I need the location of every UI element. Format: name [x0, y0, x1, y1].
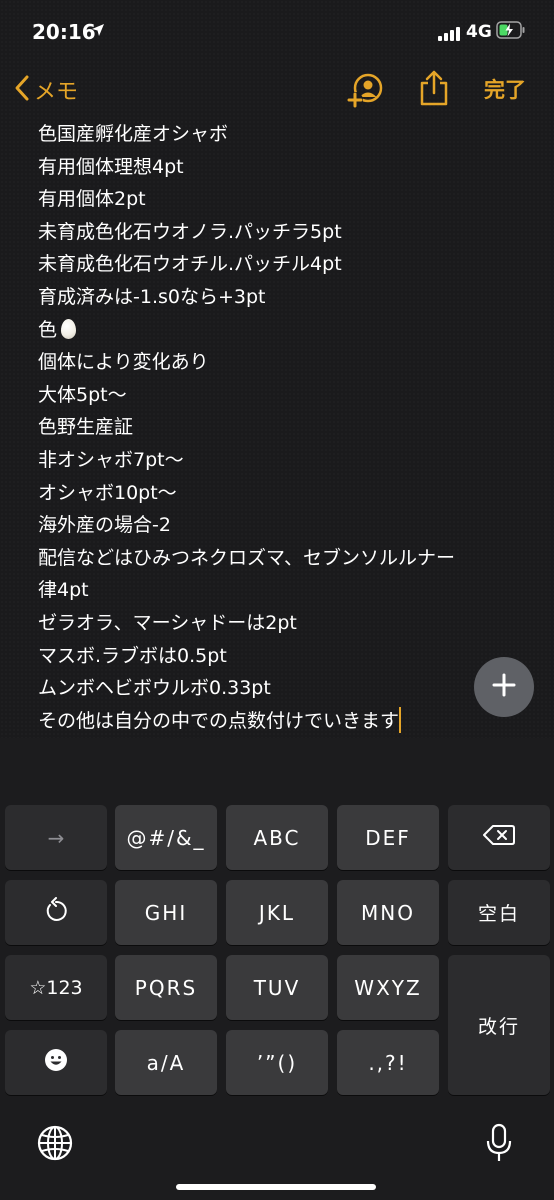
- note-line: 色国産孵化産オシャボ: [38, 123, 229, 145]
- key-pqrs[interactable]: PQRS: [115, 955, 217, 1020]
- note-line: 律4pt: [38, 579, 89, 602]
- key-wxyz[interactable]: WXYZ: [337, 955, 439, 1020]
- note-body[interactable]: 色国産孵化産オシャボ 有用個体理想4pt 有用個体2pt 未育成色化石ウオノラ.…: [38, 118, 518, 737]
- note-line: ムンボヘビボウルボ0.33pt: [38, 677, 271, 700]
- microphone-icon[interactable]: [484, 1122, 514, 1168]
- note-line: 育成済みは-1.s0なら+3pt: [38, 285, 266, 308]
- key-punctuation[interactable]: .,?!: [337, 1030, 439, 1095]
- home-indicator: [176, 1184, 376, 1190]
- note-line: オシャボ10pt〜: [38, 481, 177, 504]
- globe-icon[interactable]: [36, 1124, 74, 1166]
- key-space[interactable]: 空白: [448, 880, 550, 945]
- note-line-text: 色: [38, 318, 58, 341]
- note-line: 配信などはひみつネクロズマ、セブンソルルナー: [38, 546, 456, 569]
- key-symbols-label: @#/&_: [126, 825, 206, 850]
- key-numbers-label: ☆123: [29, 976, 83, 999]
- network-type: 4G: [466, 22, 492, 42]
- note-line: 未育成色化石ウオノラ.パッチラ5pt: [38, 220, 342, 243]
- key-mno-label: MNO: [361, 900, 415, 925]
- key-def-label: DEF: [365, 825, 411, 850]
- plus-icon: [491, 672, 517, 702]
- key-return[interactable]: 改行: [448, 955, 550, 1095]
- key-numbers[interactable]: ☆123: [5, 955, 107, 1020]
- note-line: 有用個体2pt: [38, 188, 146, 211]
- note-line: 未育成色化石ウオチル.パッチル4pt: [38, 253, 342, 276]
- key-pqrs-label: PQRS: [134, 975, 198, 1000]
- key-case[interactable]: a/A: [115, 1030, 217, 1095]
- key-space-label: 空白: [477, 903, 520, 925]
- backspace-icon: [483, 824, 515, 851]
- done-button[interactable]: 完了: [484, 74, 526, 104]
- key-punctuation-label: .,?!: [368, 1050, 408, 1075]
- key-emoji[interactable]: [5, 1030, 107, 1095]
- note-line: その他は自分の中での点数付けでいきます: [38, 705, 518, 738]
- key-mno[interactable]: MNO: [337, 880, 439, 945]
- undo-icon: [44, 897, 68, 928]
- key-symbols[interactable]: @#/&_: [115, 805, 217, 870]
- note-line: ゼラオラ、マーシャドーは2pt: [38, 611, 297, 634]
- key-tuv-label: TUV: [253, 975, 301, 1000]
- key-arrow-label: →: [47, 825, 65, 850]
- chevron-left-icon: [14, 74, 30, 106]
- key-jkl[interactable]: JKL: [226, 880, 328, 945]
- key-abc[interactable]: ABC: [226, 805, 328, 870]
- status-time: 20:16: [32, 20, 96, 44]
- status-bar: 20:16 4G: [0, 0, 554, 60]
- location-arrow-icon: [91, 22, 105, 41]
- key-ghi-label: GHI: [144, 900, 188, 925]
- nav-bar: メモ 完了: [0, 62, 554, 116]
- add-person-icon[interactable]: [344, 70, 384, 114]
- key-return-label: 改行: [477, 1015, 520, 1038]
- signal-icon: [438, 26, 462, 45]
- text-caret: [399, 706, 402, 733]
- key-ghi[interactable]: GHI: [115, 880, 217, 945]
- key-jkl-label: JKL: [258, 900, 296, 925]
- add-button[interactable]: [474, 657, 534, 717]
- note-line: マスボ.ラブボは0.5pt: [38, 644, 227, 667]
- key-undo[interactable]: [5, 880, 107, 945]
- note-line: 色: [38, 314, 518, 347]
- key-backspace[interactable]: [448, 805, 550, 870]
- note-line: 海外産の場合-2: [38, 514, 171, 537]
- note-line: 非オシャボ7pt〜: [38, 448, 184, 471]
- key-abc-label: ABC: [253, 825, 301, 850]
- egg-emoji-icon: [61, 318, 77, 339]
- note-line: 有用個体理想4pt: [38, 155, 184, 178]
- share-icon[interactable]: [418, 68, 450, 112]
- key-wxyz-label: WXYZ: [354, 975, 422, 1000]
- key-tuv[interactable]: TUV: [226, 955, 328, 1020]
- note-line: 色野生産証: [38, 416, 134, 439]
- note-line: 大体5pt〜: [38, 383, 127, 406]
- note-line: 個体により変化あり: [38, 351, 209, 374]
- back-button[interactable]: メモ: [14, 74, 78, 106]
- battery-charging-icon: [496, 21, 526, 43]
- key-quotes-label: ’”(): [256, 1050, 298, 1075]
- emoji-icon: [44, 1048, 68, 1077]
- key-def[interactable]: DEF: [337, 805, 439, 870]
- key-quotes[interactable]: ’”(): [226, 1030, 328, 1095]
- key-case-label: a/A: [146, 1050, 186, 1075]
- note-line-text: その他は自分の中での点数付けでいきます: [38, 709, 400, 732]
- key-arrow[interactable]: →: [5, 805, 107, 870]
- back-label: メモ: [34, 80, 79, 105]
